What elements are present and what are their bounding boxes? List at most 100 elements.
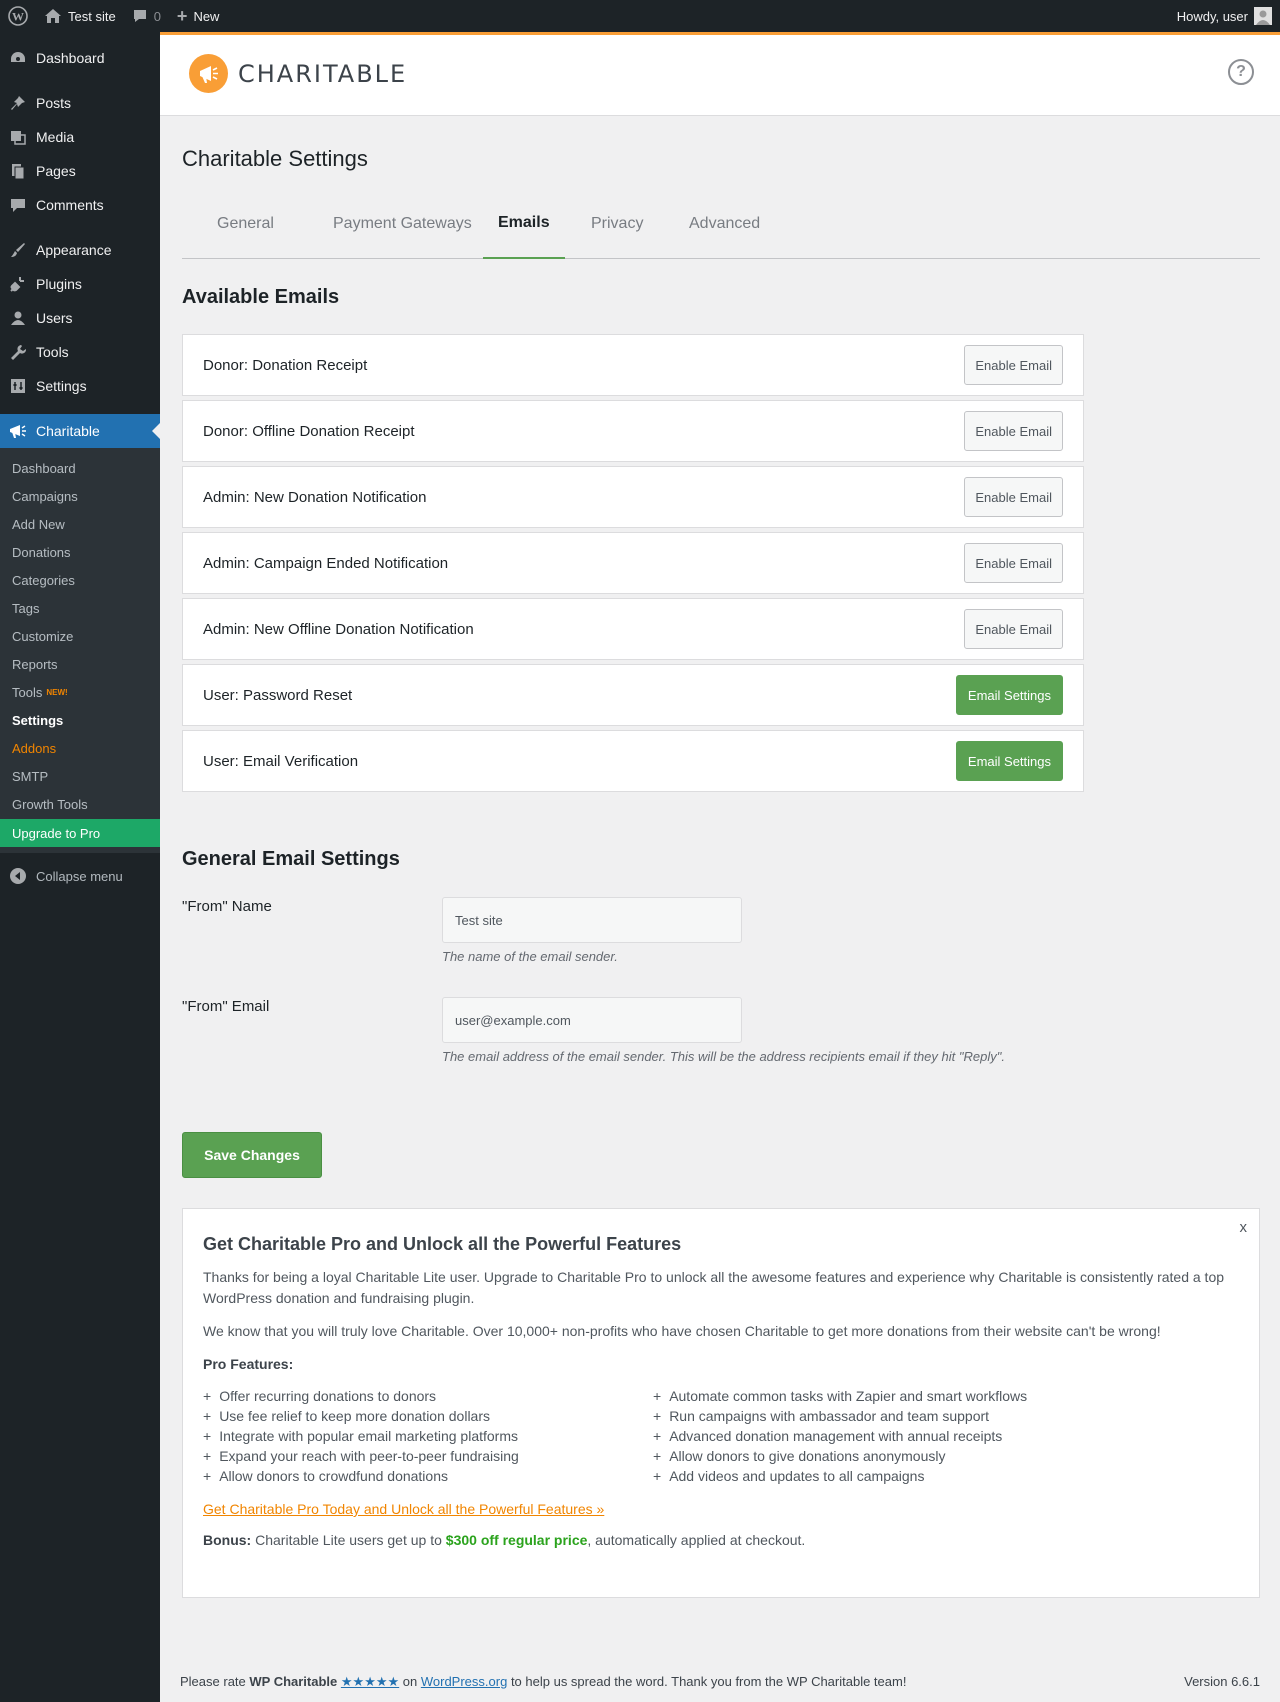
submenu-categories[interactable]: Categories xyxy=(0,566,160,594)
menu-dashboard[interactable]: Dashboard xyxy=(0,41,160,75)
submenu-add-new[interactable]: Add New xyxy=(0,510,160,538)
save-changes-button[interactable]: Save Changes xyxy=(182,1132,322,1178)
menu-label: Posts xyxy=(36,95,72,111)
from-email-input[interactable] xyxy=(442,997,742,1043)
feature-item: + Integrate with popular email marketing … xyxy=(203,1428,518,1444)
help-icon[interactable]: ? xyxy=(1228,59,1254,85)
enable-email-button[interactable]: Enable Email xyxy=(964,411,1063,451)
wordpress-org-link[interactable]: WordPress.org xyxy=(421,1674,507,1689)
settings-icon xyxy=(8,376,28,396)
email-name: User: Email Verification xyxy=(203,752,359,770)
from-name-input[interactable] xyxy=(442,897,742,943)
tab-emails[interactable]: Emails xyxy=(483,189,565,259)
enable-email-button[interactable]: Enable Email xyxy=(964,345,1063,385)
admin-bar: W Test site 0 + New Howdy, user xyxy=(0,0,1280,32)
menu-label: Comments xyxy=(36,197,104,213)
menu-appearance[interactable]: Appearance xyxy=(0,233,160,267)
new-content-link[interactable]: + New xyxy=(169,0,228,32)
email-list: Donor: Donation Receipt Enable Email Don… xyxy=(182,334,1084,796)
feature-text: Add videos and updates to all campaigns xyxy=(669,1468,925,1484)
close-notice-button[interactable]: x xyxy=(1240,1219,1248,1236)
enable-email-button[interactable]: Enable Email xyxy=(964,543,1063,583)
submenu-tags[interactable]: Tags xyxy=(0,594,160,622)
email-row: Donor: Offline Donation Receipt Enable E… xyxy=(182,400,1084,462)
menu-label: Settings xyxy=(36,378,87,394)
enable-email-button[interactable]: Enable Email xyxy=(964,477,1063,517)
media-icon xyxy=(8,127,28,147)
my-account[interactable]: Howdy, user xyxy=(1177,7,1280,25)
get-pro-link[interactable]: Get Charitable Pro Today and Unlock all … xyxy=(203,1501,604,1517)
collapse-menu-button[interactable]: Collapse menu xyxy=(0,859,160,893)
feature-item: + Offer recurring donations to donors xyxy=(203,1388,437,1404)
comments-link[interactable]: 0 xyxy=(124,0,169,32)
feature-item: + Allow donors to give donations anonymou… xyxy=(653,1448,946,1464)
footer-rating-text: Please rate WP Charitable ★★★★★ on WordP… xyxy=(180,1674,906,1690)
submenu-upgrade-to-pro[interactable]: Upgrade to Pro xyxy=(0,819,160,847)
menu-pages[interactable]: Pages xyxy=(0,154,160,188)
from-name-label: "From" Name xyxy=(182,898,272,915)
bonus-label: Bonus: xyxy=(203,1532,252,1548)
bonus-text: Bonus: Charitable Lite users get up to $… xyxy=(203,1532,1239,1548)
tab-advanced[interactable]: Advanced xyxy=(674,189,775,259)
submenu-reports[interactable]: Reports xyxy=(0,650,160,678)
from-email-description: The email address of the email sender. T… xyxy=(442,1049,1005,1064)
rating-stars-link[interactable]: ★★★★★ xyxy=(341,1674,399,1689)
menu-users[interactable]: Users xyxy=(0,301,160,335)
email-row: Admin: New Donation Notification Enable … xyxy=(182,466,1084,528)
footer-rate-post: to help us spread the word. Thank you fr… xyxy=(507,1674,907,1689)
email-name: Donor: Donation Receipt xyxy=(203,356,368,374)
megaphone-icon xyxy=(8,421,28,441)
bonus-post: , automatically applied at checkout. xyxy=(587,1532,806,1548)
submenu-donations[interactable]: Donations xyxy=(0,538,160,566)
submenu-campaigns[interactable]: Campaigns xyxy=(0,482,160,510)
tab-general[interactable]: General xyxy=(202,189,289,259)
email-settings-button[interactable]: Email Settings xyxy=(955,675,1063,715)
feature-item: + Allow donors to crowdfund donations xyxy=(203,1468,448,1484)
pro-features-list: + Offer recurring donations to donors + Us… xyxy=(203,1386,1239,1486)
submenu-growth-tools[interactable]: Growth Tools xyxy=(0,790,160,818)
menu-label: Dashboard xyxy=(36,50,105,66)
submenu-dashboard[interactable]: Dashboard xyxy=(0,454,160,482)
menu-media[interactable]: Media xyxy=(0,120,160,154)
users-icon xyxy=(8,308,28,328)
submenu-addons[interactable]: Addons xyxy=(0,734,160,762)
email-settings-button[interactable]: Email Settings xyxy=(955,741,1063,781)
wordpress-logo-icon[interactable]: W xyxy=(0,0,36,32)
plus-icon: + xyxy=(176,5,188,26)
feature-text: Allow donors to give donations anonymous… xyxy=(669,1448,946,1464)
menu-label: Media xyxy=(36,129,75,145)
pro-upgrade-notice: x Get Charitable Pro and Unlock all the … xyxy=(182,1208,1260,1598)
submenu-customize[interactable]: Customize xyxy=(0,622,160,650)
submenu-settings[interactable]: Settings xyxy=(0,706,160,734)
email-name: Admin: New Offline Donation Notification xyxy=(203,620,474,638)
feature-text: Expand your reach with peer-to-peer fund… xyxy=(219,1448,519,1464)
from-name-description: The name of the email sender. xyxy=(442,949,618,964)
settings-tabs: General Payment Gateways Emails Privacy … xyxy=(182,189,1260,259)
email-row: Admin: Campaign Ended Notification Enabl… xyxy=(182,532,1084,594)
available-emails-heading: Available Emails xyxy=(182,286,340,308)
tab-privacy[interactable]: Privacy xyxy=(576,189,658,259)
email-name: User: Password Reset xyxy=(203,686,353,704)
page-title: Charitable Settings xyxy=(182,146,368,171)
menu-posts[interactable]: Posts xyxy=(0,86,160,120)
wrench-icon xyxy=(8,342,28,362)
charitable-submenu: Dashboard Campaigns Add New Donations Ca… xyxy=(0,448,160,853)
site-name: Test site xyxy=(68,8,116,24)
menu-plugins[interactable]: Plugins xyxy=(0,267,160,301)
menu-comments[interactable]: Comments xyxy=(0,188,160,222)
comments-icon xyxy=(8,195,28,215)
new-label: New xyxy=(193,8,220,24)
comments-count: 0 xyxy=(153,8,161,24)
enable-email-button[interactable]: Enable Email xyxy=(964,609,1063,649)
site-name-link[interactable]: Test site xyxy=(36,0,124,32)
submenu-smtp[interactable]: SMTP xyxy=(0,762,160,790)
charitable-header: CHARITABLE ? xyxy=(160,32,1280,116)
promo-paragraph-2: We know that you will truly love Charita… xyxy=(203,1323,1161,1339)
menu-charitable[interactable]: Charitable xyxy=(0,414,160,448)
submenu-tools[interactable]: Tools NEW! xyxy=(0,678,160,706)
svg-text:W: W xyxy=(12,10,24,24)
email-row: User: Password Reset Email Settings xyxy=(182,664,1084,726)
menu-settings[interactable]: Settings xyxy=(0,369,160,403)
menu-tools[interactable]: Tools xyxy=(0,335,160,369)
tab-payment-gateways[interactable]: Payment Gateways xyxy=(318,189,487,259)
